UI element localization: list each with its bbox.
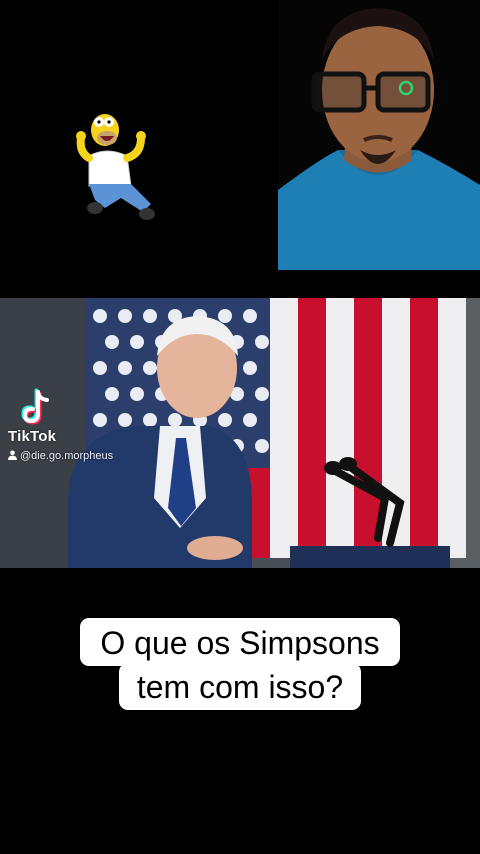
tiktok-watermark: TikTok @die.go.morpheus (6, 388, 146, 468)
caption-line-1: O que os Simpsons (80, 618, 400, 666)
creator-handle: @die.go.morpheus (8, 450, 113, 462)
caption-line-2: tem com isso? (118, 663, 362, 710)
user-icon (8, 450, 17, 460)
webcam-inset (278, 0, 480, 270)
tiktok-wordmark: TikTok (8, 428, 57, 445)
caption: O que os Simpsons tem com isso? (0, 618, 480, 710)
tiktok-logo-icon (21, 388, 49, 425)
creator-handle-text: @die.go.morpheus (20, 450, 114, 462)
cartoon-sticker (75, 108, 160, 226)
